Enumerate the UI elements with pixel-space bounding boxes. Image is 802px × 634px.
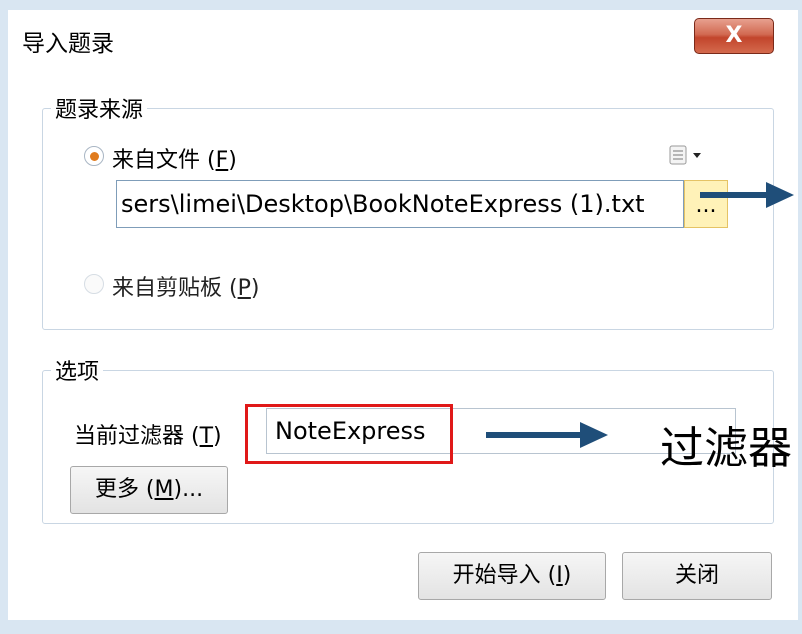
filter-caption: 过滤器 — [660, 423, 792, 474]
filter-arrow-icon — [486, 422, 608, 448]
dialog-title: 导入题录 — [22, 31, 114, 57]
path-arrow-icon — [700, 182, 794, 208]
close-icon: X — [725, 23, 743, 48]
from-file-label[interactable]: 来自文件 (F) — [112, 142, 237, 174]
file-path-input[interactable]: sers\limei\Desktop\BookNoteExpress (1).t… — [116, 180, 684, 228]
filter-highlight-box — [245, 404, 453, 464]
source-group-legend: 题录来源 — [55, 98, 144, 123]
format-dropdown-icon[interactable] — [668, 144, 708, 166]
title-bar: 导入题录 X — [8, 10, 798, 62]
from-clipboard-radio[interactable] — [84, 274, 104, 294]
more-options-button[interactable]: 更多 (M)... — [70, 466, 228, 514]
dialog-client: 题录来源 来自文件 (F) sers\limei\Desktop\BookNot… — [8, 62, 798, 620]
from-clipboard-label[interactable]: 来自剪贴板 (P) — [112, 270, 259, 302]
close-button[interactable]: 关闭 — [622, 552, 772, 600]
filter-label: 当前过滤器 (T) — [74, 424, 222, 449]
options-group-legend: 选项 — [55, 360, 100, 385]
start-import-button[interactable]: 开始导入 (I) — [418, 552, 606, 600]
close-window-button[interactable]: X — [694, 18, 774, 54]
from-file-radio[interactable] — [84, 146, 104, 166]
